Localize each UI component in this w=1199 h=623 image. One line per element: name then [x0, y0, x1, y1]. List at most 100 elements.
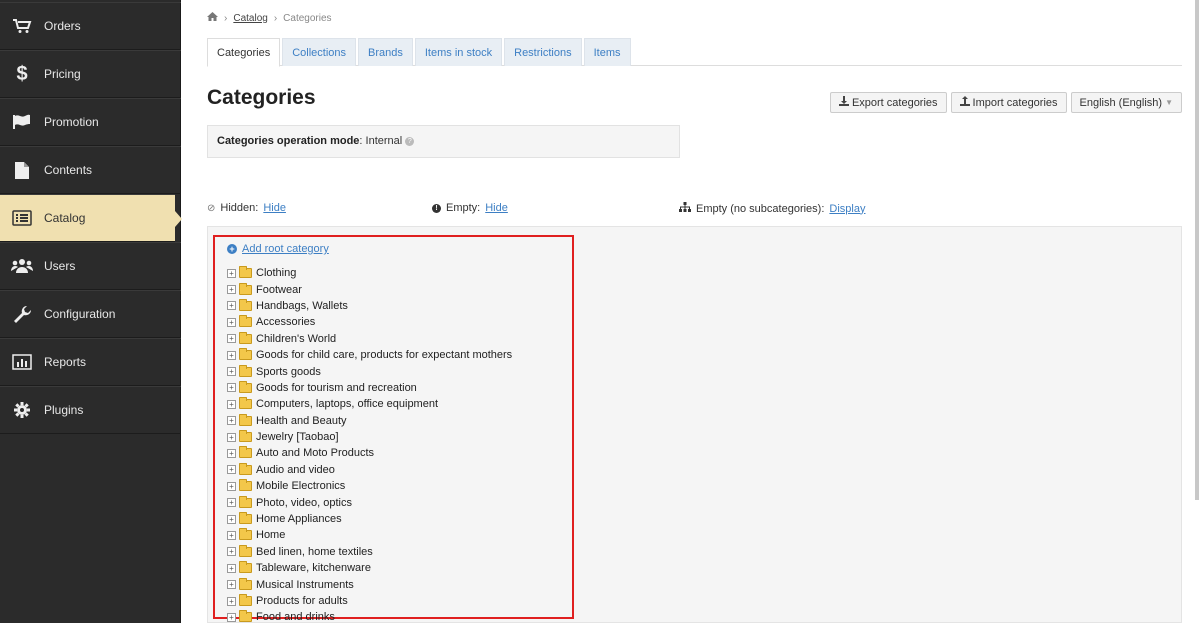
- tab-items-in-stock[interactable]: Items in stock: [414, 38, 503, 66]
- category-label[interactable]: Handbags, Wallets: [256, 300, 348, 312]
- category-tree-item[interactable]: + Handbags, Wallets: [227, 298, 567, 314]
- page-scrollbar[interactable]: [1195, 0, 1199, 500]
- expand-icon[interactable]: +: [227, 514, 236, 524]
- category-tree-item[interactable]: + Products for adults: [227, 593, 567, 609]
- category-label[interactable]: Accessories: [256, 316, 315, 328]
- sidebar-item-users[interactable]: Users: [0, 242, 181, 290]
- expand-icon[interactable]: +: [227, 285, 236, 295]
- upload-icon: [959, 96, 970, 109]
- category-label[interactable]: Footwear: [256, 284, 302, 296]
- help-icon[interactable]: ?: [405, 136, 415, 146]
- tab-brands[interactable]: Brands: [358, 38, 413, 66]
- category-tree-item[interactable]: + Children's World: [227, 331, 567, 347]
- add-root-category-link[interactable]: Add root category: [242, 243, 329, 255]
- add-root-category: + Add root category: [227, 243, 329, 255]
- category-tree-item[interactable]: + Computers, laptops, office equipment: [227, 396, 567, 412]
- download-icon: [838, 96, 849, 109]
- category-label[interactable]: Products for adults: [256, 595, 348, 607]
- category-label[interactable]: Home Appliances: [256, 513, 342, 525]
- category-tree-item[interactable]: + Home Appliances: [227, 511, 567, 527]
- category-label[interactable]: Food and drinks: [256, 611, 335, 623]
- folder-icon: [239, 315, 252, 328]
- sidebar-item-catalog[interactable]: Catalog: [0, 194, 182, 242]
- expand-icon[interactable]: +: [227, 448, 236, 458]
- tab-collections[interactable]: Collections: [282, 38, 357, 66]
- category-label[interactable]: Audio and video: [256, 464, 335, 476]
- tab-categories[interactable]: Categories: [207, 38, 281, 67]
- import-categories-button[interactable]: Import categories: [950, 92, 1067, 113]
- category-label[interactable]: Home: [256, 529, 285, 541]
- category-tree-item[interactable]: + Sports goods: [227, 363, 567, 379]
- sidebar-item-configuration[interactable]: Configuration: [0, 290, 181, 338]
- breadcrumb-catalog-link[interactable]: Catalog: [233, 13, 267, 24]
- category-tree-item[interactable]: + Jewelry [Taobao]: [227, 429, 567, 445]
- category-label[interactable]: Tableware, kitchenware: [256, 562, 371, 574]
- flag-icon: [9, 111, 35, 133]
- language-dropdown[interactable]: English (English) ▼: [1070, 92, 1182, 113]
- sidebar-item-reports[interactable]: Reports: [0, 338, 181, 386]
- expand-icon[interactable]: +: [227, 432, 236, 442]
- expand-icon[interactable]: +: [227, 350, 236, 360]
- sidebar-item-pricing[interactable]: $ Pricing: [0, 50, 181, 98]
- category-tree-item[interactable]: + Goods for tourism and recreation: [227, 380, 567, 396]
- tab-items[interactable]: Items: [583, 38, 631, 66]
- filter-nosub-toggle[interactable]: Display: [829, 203, 865, 215]
- expand-icon[interactable]: +: [227, 301, 236, 311]
- category-label[interactable]: Musical Instruments: [256, 579, 354, 591]
- category-label[interactable]: Bed linen, home textiles: [256, 546, 373, 558]
- sidebar-item-label: Orders: [44, 19, 81, 33]
- category-label[interactable]: Children's World: [256, 333, 336, 345]
- category-tree-item[interactable]: + Photo, video, optics: [227, 494, 567, 510]
- category-label[interactable]: Mobile Electronics: [256, 480, 345, 492]
- sidebar-item-promotion[interactable]: Promotion: [0, 98, 181, 146]
- category-tree-item[interactable]: + Tableware, kitchenware: [227, 560, 567, 576]
- category-label[interactable]: Sports goods: [256, 366, 321, 378]
- tab-restrictions[interactable]: Restrictions: [504, 38, 582, 66]
- category-label[interactable]: Auto and Moto Products: [256, 447, 374, 459]
- category-tree-item[interactable]: + Food and drinks: [227, 609, 567, 623]
- category-tree-item[interactable]: + Musical Instruments: [227, 576, 567, 592]
- main-content: › Catalog › Categories Categories Collec…: [207, 0, 1182, 623]
- expand-icon[interactable]: +: [227, 530, 236, 540]
- filter-empty-toggle[interactable]: Hide: [485, 202, 508, 214]
- expand-icon[interactable]: +: [227, 367, 236, 377]
- expand-icon[interactable]: +: [227, 563, 236, 573]
- filter-hidden-toggle[interactable]: Hide: [263, 202, 286, 214]
- category-tree-item[interactable]: + Footwear: [227, 281, 567, 297]
- expand-icon[interactable]: +: [227, 317, 236, 327]
- expand-icon[interactable]: +: [227, 580, 236, 590]
- sidebar-item-contents[interactable]: Contents: [0, 146, 181, 194]
- home-icon[interactable]: [207, 12, 218, 24]
- sidebar-item-orders[interactable]: Orders: [0, 2, 181, 50]
- category-tree-item[interactable]: + Goods for child care, products for expe…: [227, 347, 567, 363]
- category-label[interactable]: Health and Beauty: [256, 415, 347, 427]
- expand-icon[interactable]: +: [227, 399, 236, 409]
- expand-icon[interactable]: +: [227, 481, 236, 491]
- category-label[interactable]: Goods for child care, products for expec…: [256, 349, 512, 361]
- sidebar-item-plugins[interactable]: Plugins: [0, 386, 181, 434]
- expand-icon[interactable]: +: [227, 383, 236, 393]
- plus-circle-icon[interactable]: +: [227, 244, 237, 254]
- category-tree-item[interactable]: + Home: [227, 527, 567, 543]
- expand-icon[interactable]: +: [227, 334, 236, 344]
- export-categories-button[interactable]: Export categories: [829, 92, 947, 113]
- expand-icon[interactable]: +: [227, 416, 236, 426]
- category-tree-item[interactable]: + Clothing: [227, 265, 567, 281]
- category-tree-item[interactable]: + Audio and video: [227, 462, 567, 478]
- category-tree-item[interactable]: + Accessories: [227, 314, 567, 330]
- category-tree-item[interactable]: + Health and Beauty: [227, 413, 567, 429]
- category-tree-item[interactable]: + Mobile Electronics: [227, 478, 567, 494]
- expand-icon[interactable]: +: [227, 612, 236, 622]
- category-label[interactable]: Clothing: [256, 267, 296, 279]
- expand-icon[interactable]: +: [227, 268, 236, 278]
- category-label[interactable]: Photo, video, optics: [256, 497, 352, 509]
- category-tree-item[interactable]: + Auto and Moto Products: [227, 445, 567, 461]
- expand-icon[interactable]: +: [227, 465, 236, 475]
- expand-icon[interactable]: +: [227, 547, 236, 557]
- category-label[interactable]: Jewelry [Taobao]: [256, 431, 339, 443]
- category-label[interactable]: Goods for tourism and recreation: [256, 382, 417, 394]
- category-tree-item[interactable]: + Bed linen, home textiles: [227, 544, 567, 560]
- expand-icon[interactable]: +: [227, 498, 236, 508]
- category-label[interactable]: Computers, laptops, office equipment: [256, 398, 438, 410]
- expand-icon[interactable]: +: [227, 596, 236, 606]
